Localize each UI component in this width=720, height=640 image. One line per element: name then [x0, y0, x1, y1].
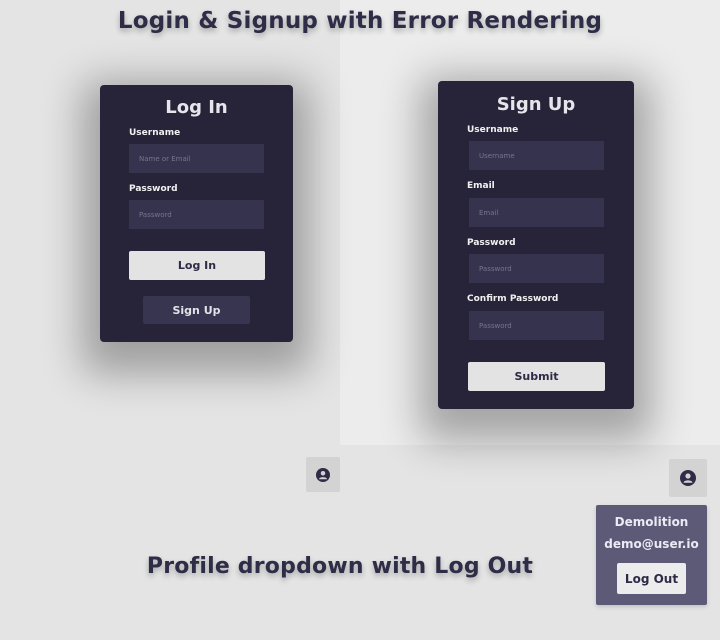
login-password-input[interactable] — [129, 200, 264, 229]
signup-confirm-label: Confirm Password — [467, 294, 559, 304]
profile-button-open[interactable] — [669, 459, 707, 497]
section-heading: Profile dropdown with Log Out — [146, 554, 534, 579]
login-button[interactable]: Log In — [129, 251, 265, 280]
login-username-label: Username — [129, 128, 181, 138]
profile-dropdown: Demolition demo@user.io Log Out — [596, 505, 707, 605]
user-circle-icon — [316, 467, 330, 482]
signup-confirm-input[interactable] — [469, 311, 604, 340]
user-circle-icon — [680, 470, 696, 486]
profile-name: Demolition — [614, 515, 689, 529]
login-username-input[interactable] — [129, 144, 264, 173]
signup-username-label: Username — [467, 125, 519, 135]
logout-button[interactable]: Log Out — [617, 563, 686, 594]
signup-username-input[interactable] — [469, 141, 604, 170]
profile-email: demo@user.io — [604, 537, 699, 551]
profile-button[interactable] — [306, 457, 340, 492]
signup-switch-button[interactable]: Sign Up — [143, 296, 250, 324]
signup-submit-button[interactable]: Submit — [468, 362, 605, 391]
signup-card: Sign Up Username Email Password Confirm … — [438, 81, 634, 409]
signup-email-input[interactable] — [469, 198, 604, 227]
login-card: Log In Username Password Log In Sign Up — [100, 85, 293, 342]
signup-password-label: Password — [467, 238, 516, 248]
signup-email-label: Email — [467, 181, 495, 191]
signup-password-input[interactable] — [469, 254, 604, 283]
page-heading: Login & Signup with Error Rendering — [117, 8, 603, 34]
login-password-label: Password — [129, 184, 178, 194]
signup-title: Sign Up — [496, 94, 576, 115]
login-title: Log In — [165, 97, 228, 118]
